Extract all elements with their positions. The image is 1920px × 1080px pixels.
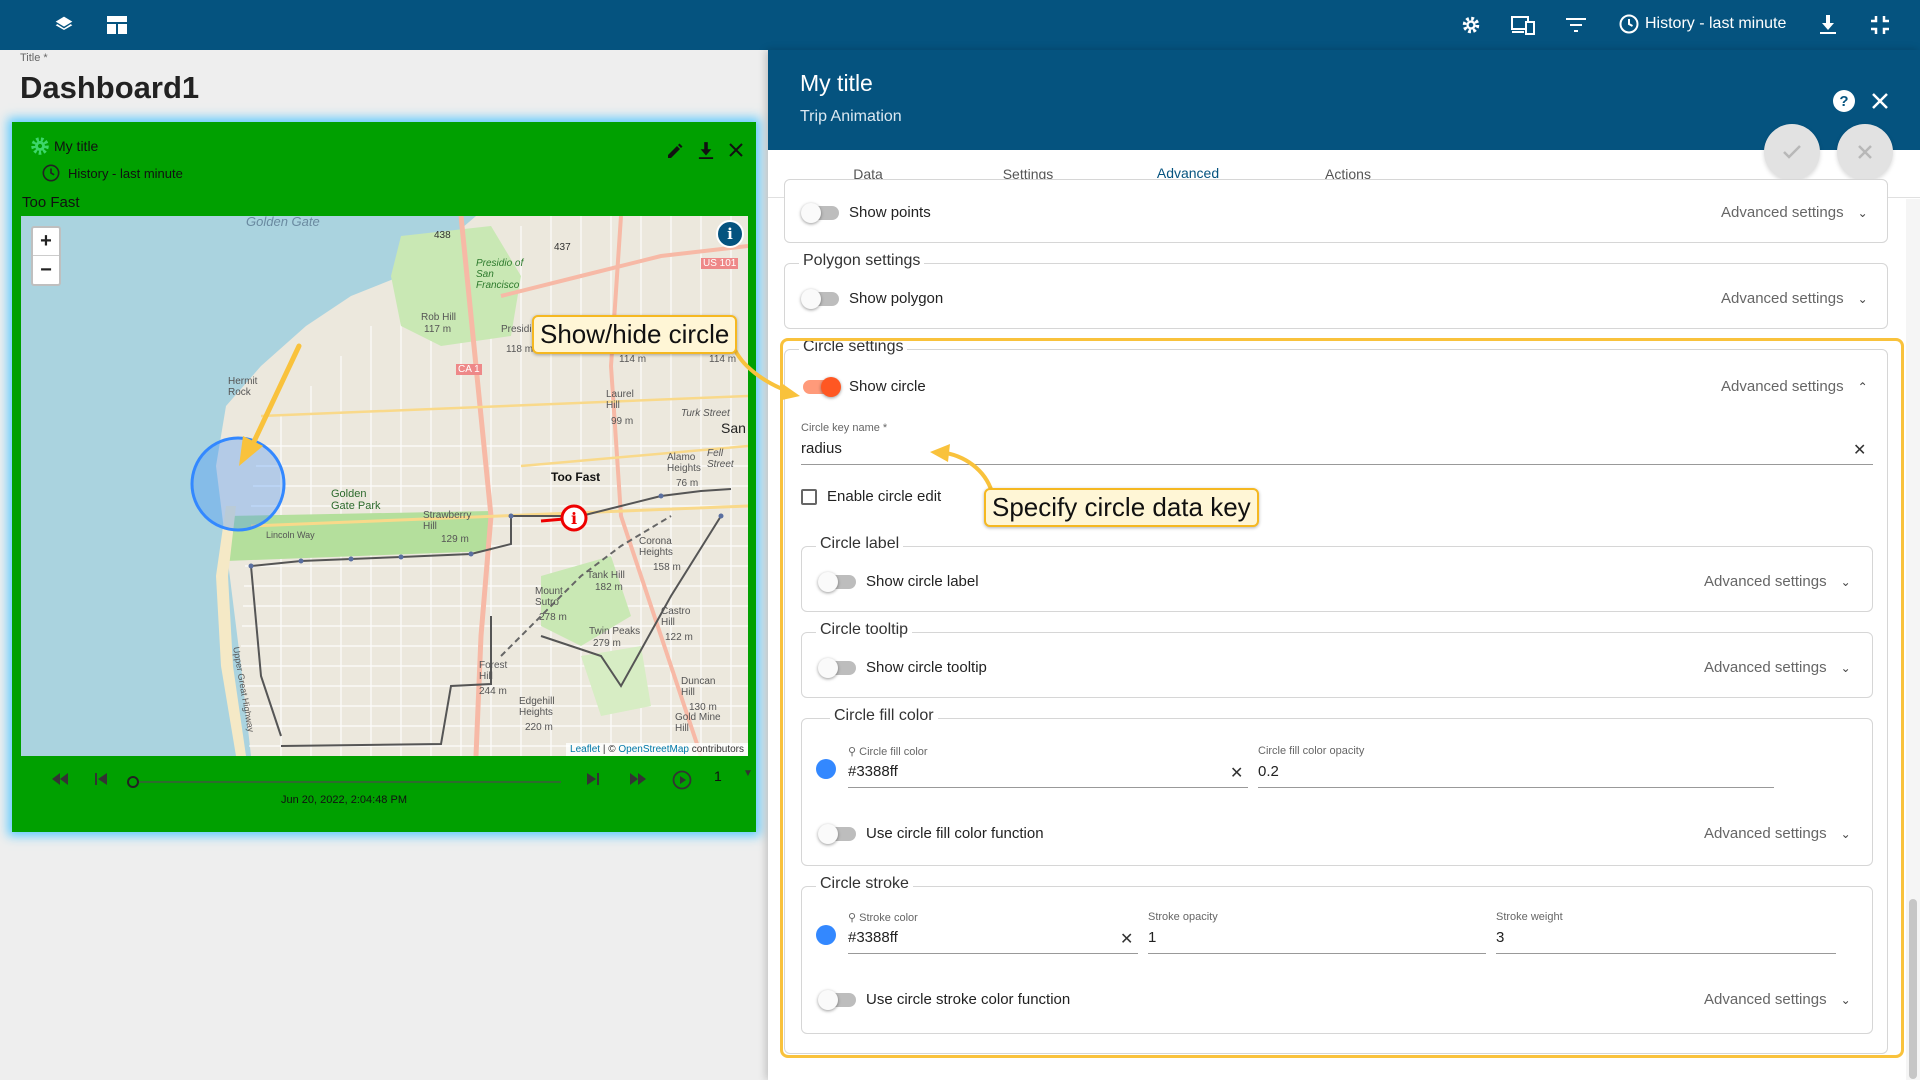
callout-specify-circle-key: Specify circle data key bbox=[984, 488, 1259, 527]
annotation-arrows bbox=[733, 349, 994, 493]
callout-show-hide-circle: Show/hide circle bbox=[532, 315, 738, 354]
